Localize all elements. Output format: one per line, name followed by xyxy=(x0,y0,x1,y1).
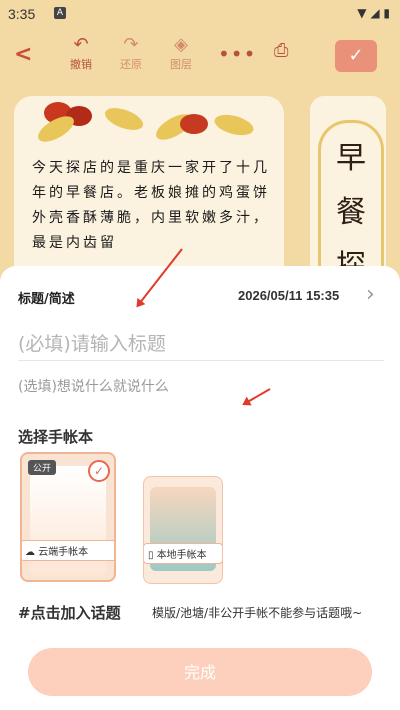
notebook-label: ▯ 本地手帐本 xyxy=(144,543,222,564)
checkmark-icon: ✓ xyxy=(348,45,364,66)
add-topic-link[interactable]: #点击加入话题 xyxy=(18,602,121,623)
layers-label: 图层 xyxy=(170,58,192,71)
section-title: 选择手帐本 xyxy=(18,428,94,446)
notification-icon: A xyxy=(54,7,66,19)
redo-button[interactable]: ↷ 还原 xyxy=(120,34,142,72)
notebook-label-text: 云端手帐本 xyxy=(38,547,89,558)
fruit-decoration xyxy=(180,114,208,134)
title-input[interactable] xyxy=(18,328,384,361)
chevron-right-icon[interactable]: › xyxy=(366,282,375,307)
public-badge: 公开 xyxy=(28,460,57,475)
status-bar: 3:35 A ▼ ◢ ▮ xyxy=(0,0,400,28)
notebook-cloud[interactable]: 公开 ✓ ☁ 云端手帐本 xyxy=(20,452,116,582)
date-value[interactable]: 2026/05/11 15:35 xyxy=(238,288,339,303)
more-icon[interactable]: ••• xyxy=(218,42,256,66)
selected-check-icon: ✓ xyxy=(88,460,110,482)
redo-label: 还原 xyxy=(120,58,142,71)
notebook-label: ☁ 云端手帐本 xyxy=(22,540,114,561)
leaf-decoration xyxy=(212,111,256,139)
layers-icon: ◈ xyxy=(174,34,188,55)
back-icon[interactable]: < xyxy=(14,42,32,67)
notebook-local[interactable]: ▯ 本地手帐本 xyxy=(143,476,223,584)
description-input[interactable] xyxy=(18,376,378,398)
notebook-label-text: 本地手帐本 xyxy=(156,550,207,561)
undo-button[interactable]: ↶ 撤销 xyxy=(70,34,92,72)
topic-note: 模版/池塘/非公开手帐不能参与话题哦~ xyxy=(152,606,363,620)
journal-text: 今天探店的是重庆一家开了十几年的早餐店。老板娘摊的鸡蛋饼外壳香酥薄脆，内里软嫩多… xyxy=(32,160,270,251)
undo-icon: ↶ xyxy=(73,34,89,55)
done-button[interactable]: 完成 xyxy=(28,648,372,696)
editor-toolbar: < ↶ 撤销 ↷ 还原 ◈ 图层 ••• ⎙ ✓ xyxy=(0,28,400,80)
confirm-button[interactable]: ✓ xyxy=(335,40,377,72)
title-summary-label: 标题/简述 xyxy=(18,292,75,307)
undo-label: 撤销 xyxy=(70,58,92,71)
print-icon[interactable]: ⎙ xyxy=(274,40,288,61)
publish-sheet: 标题/简述 2026/05/11 15:35 › 选择手帐本 公开 ✓ ☁ 云端… xyxy=(0,266,400,710)
title-char: 餐 xyxy=(336,195,366,230)
status-time: 3:35 xyxy=(8,6,36,22)
leaf-decoration xyxy=(102,103,146,135)
title-char: 早 xyxy=(336,141,366,176)
layers-button[interactable]: ◈ 图层 xyxy=(170,34,192,72)
status-indicators: ▼ ◢ ▮ xyxy=(357,6,390,20)
redo-icon: ↷ xyxy=(123,34,139,55)
